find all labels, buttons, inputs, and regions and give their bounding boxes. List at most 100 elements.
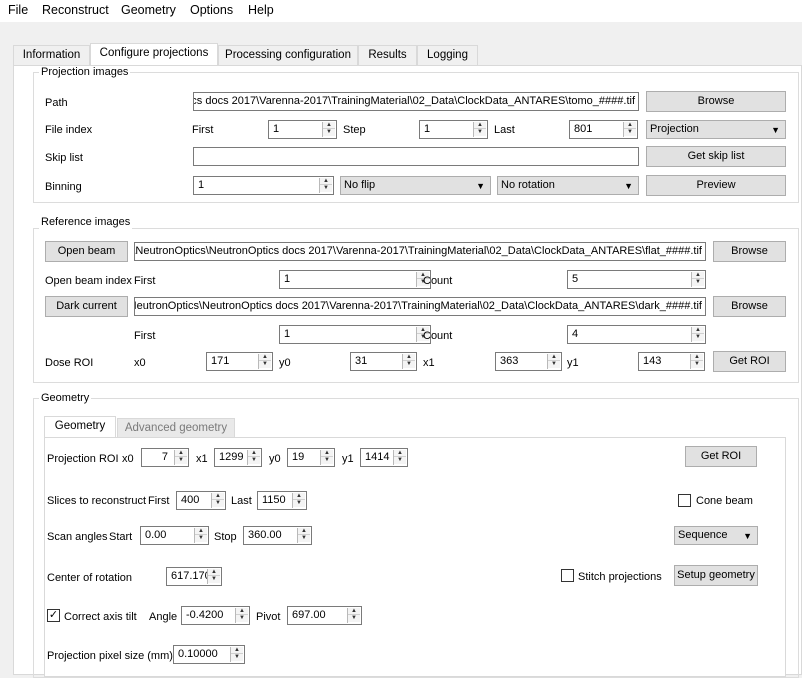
roi-x0-spinbox[interactable]: 7 ▲ ▼ — [141, 448, 189, 467]
spin-down-icon[interactable]: ▼ — [248, 457, 260, 464]
binning-spinbox[interactable]: 1 ▲ ▼ — [193, 176, 334, 195]
step-spinbox[interactable]: 1 ▲ ▼ — [419, 120, 488, 139]
dc-count-spinbox[interactable]: 4 ▲ ▼ — [567, 325, 706, 344]
spin-down-icon[interactable]: ▼ — [195, 535, 207, 542]
slices-first-spinbox[interactable]: 400 ▲ ▼ — [176, 491, 226, 510]
spin-up-icon[interactable]: ▲ — [208, 569, 220, 576]
open-beam-button[interactable]: Open beam — [45, 241, 128, 262]
spin-up-icon[interactable]: ▲ — [212, 493, 224, 500]
ob-count-spinbox[interactable]: 5 ▲ ▼ — [567, 270, 706, 289]
roi-y1-spinbox[interactable]: 1414 ▲ ▼ — [360, 448, 408, 467]
tab-geometry[interactable]: Geometry — [44, 416, 116, 438]
spin-down-icon[interactable]: ▼ — [212, 500, 224, 507]
spin-up-icon[interactable]: ▲ — [691, 354, 703, 361]
spin-down-icon[interactable]: ▼ — [175, 457, 187, 464]
skip-list-field[interactable] — [193, 147, 639, 166]
roi-x1-spinbox[interactable]: 1299 ▲ ▼ — [214, 448, 262, 467]
spin-down-icon[interactable]: ▼ — [298, 535, 310, 542]
spin-down-icon[interactable]: ▼ — [624, 129, 636, 136]
spin-up-icon[interactable]: ▲ — [692, 327, 704, 334]
spin-down-icon[interactable]: ▼ — [548, 361, 560, 368]
pixel-size-spinbox[interactable]: 0.10000 ▲ ▼ — [173, 645, 245, 664]
roi-y0-spinbox[interactable]: 19 ▲ ▼ — [287, 448, 335, 467]
spin-up-icon[interactable]: ▲ — [320, 178, 332, 185]
rotation-combo[interactable]: No rotation ▼ — [497, 176, 639, 195]
cone-beam-checkbox[interactable] — [678, 494, 691, 507]
spin-down-icon[interactable]: ▼ — [394, 457, 406, 464]
dose-y0-spinbox[interactable]: 31 ▲ ▼ — [350, 352, 417, 371]
menu-options[interactable]: Options — [190, 2, 233, 18]
menu-help[interactable]: Help — [248, 2, 274, 18]
setup-geometry-button[interactable]: Setup geometry — [674, 565, 758, 586]
spin-down-icon[interactable]: ▼ — [323, 129, 335, 136]
correct-axis-tilt-checkbox[interactable]: ✓ — [47, 609, 60, 622]
geometry-get-roi-button[interactable]: Get ROI — [685, 446, 757, 467]
menu-geometry[interactable]: Geometry — [121, 2, 176, 18]
spin-up-icon[interactable]: ▲ — [259, 354, 271, 361]
spin-up-icon[interactable]: ▲ — [348, 608, 360, 615]
dark-current-browse-button[interactable]: Browse — [713, 296, 786, 317]
menu-reconstruct[interactable]: Reconstruct — [42, 2, 109, 18]
tab-advanced-geometry[interactable]: Advanced geometry — [117, 418, 235, 439]
spin-down-icon[interactable]: ▼ — [403, 361, 415, 368]
spin-down-icon[interactable]: ▼ — [321, 457, 333, 464]
tab-processing-configuration[interactable]: Processing configuration — [218, 45, 358, 66]
spin-down-icon[interactable]: ▼ — [320, 185, 332, 192]
spin-up-icon[interactable]: ▲ — [175, 450, 187, 457]
dark-current-path-field[interactable]: \\NeutronOptics\NeutronOptics docs 2017\… — [134, 297, 706, 316]
projection-type-combo[interactable]: Projection ▼ — [646, 120, 786, 139]
tab-logging[interactable]: Logging — [417, 45, 478, 66]
flip-combo[interactable]: No flip ▼ — [340, 176, 491, 195]
last-index-spinbox[interactable]: 801 ▲ ▼ — [569, 120, 638, 139]
tab-results[interactable]: Results — [358, 45, 417, 66]
spin-up-icon[interactable]: ▲ — [323, 122, 335, 129]
preview-button[interactable]: Preview — [646, 175, 786, 196]
spin-down-icon[interactable]: ▼ — [208, 576, 220, 583]
spin-up-icon[interactable]: ▲ — [195, 528, 207, 535]
sequence-combo[interactable]: Sequence ▼ — [674, 526, 758, 545]
dose-x0-spinbox[interactable]: 171 ▲ ▼ — [206, 352, 273, 371]
menu-file[interactable]: File — [8, 2, 28, 18]
get-skip-list-button[interactable]: Get skip list — [646, 146, 786, 167]
first-index-spinbox[interactable]: 1 ▲ ▼ — [268, 120, 337, 139]
spin-up-icon[interactable]: ▲ — [474, 122, 486, 129]
spin-up-icon[interactable]: ▲ — [298, 528, 310, 535]
spin-up-icon[interactable]: ▲ — [403, 354, 415, 361]
spin-down-icon[interactable]: ▼ — [692, 279, 704, 286]
dark-current-button[interactable]: Dark current — [45, 296, 128, 317]
tilt-pivot-spinbox[interactable]: 697.00 ▲ ▼ — [287, 606, 362, 625]
spin-up-icon[interactable]: ▲ — [248, 450, 260, 457]
spin-up-icon[interactable]: ▲ — [293, 493, 305, 500]
spin-up-icon[interactable]: ▲ — [231, 647, 243, 654]
tab-information[interactable]: Information — [13, 45, 90, 66]
projection-path-field[interactable]: \\NeutronOptics\NeutronOptics docs 2017\… — [193, 92, 639, 111]
dc-first-spinbox[interactable]: 1 ▲ ▼ — [279, 325, 431, 344]
open-beam-path-field[interactable]: \\NeutronOptics\NeutronOptics docs 2017\… — [134, 242, 706, 261]
spin-up-icon[interactable]: ▲ — [236, 608, 248, 615]
spin-down-icon[interactable]: ▼ — [474, 129, 486, 136]
spin-down-icon[interactable]: ▼ — [259, 361, 271, 368]
spin-down-icon[interactable]: ▼ — [692, 334, 704, 341]
dose-x1-spinbox[interactable]: 363 ▲ ▼ — [495, 352, 562, 371]
spin-up-icon[interactable]: ▲ — [321, 450, 333, 457]
stitch-projections-checkbox[interactable] — [561, 569, 574, 582]
tilt-angle-spinbox[interactable]: -0.4200 ▲ ▼ — [181, 606, 250, 625]
spin-down-icon[interactable]: ▼ — [293, 500, 305, 507]
spin-up-icon[interactable]: ▲ — [624, 122, 636, 129]
open-beam-browse-button[interactable]: Browse — [713, 241, 786, 262]
slices-last-spinbox[interactable]: 1150 ▲ ▼ — [257, 491, 307, 510]
tab-configure-projections[interactable]: Configure projections — [90, 43, 218, 66]
spin-down-icon[interactable]: ▼ — [691, 361, 703, 368]
dose-y1-spinbox[interactable]: 143 ▲ ▼ — [638, 352, 705, 371]
spin-down-icon[interactable]: ▼ — [236, 615, 248, 622]
ob-first-spinbox[interactable]: 1 ▲ ▼ — [279, 270, 431, 289]
spin-up-icon[interactable]: ▲ — [692, 272, 704, 279]
projection-browse-button[interactable]: Browse — [646, 91, 786, 112]
dose-get-roi-button[interactable]: Get ROI — [713, 351, 786, 372]
spin-down-icon[interactable]: ▼ — [231, 654, 243, 661]
spin-down-icon[interactable]: ▼ — [348, 615, 360, 622]
spin-up-icon[interactable]: ▲ — [548, 354, 560, 361]
spin-up-icon[interactable]: ▲ — [394, 450, 406, 457]
scan-start-spinbox[interactable]: 0.00 ▲ ▼ — [140, 526, 209, 545]
scan-stop-spinbox[interactable]: 360.00 ▲ ▼ — [243, 526, 312, 545]
